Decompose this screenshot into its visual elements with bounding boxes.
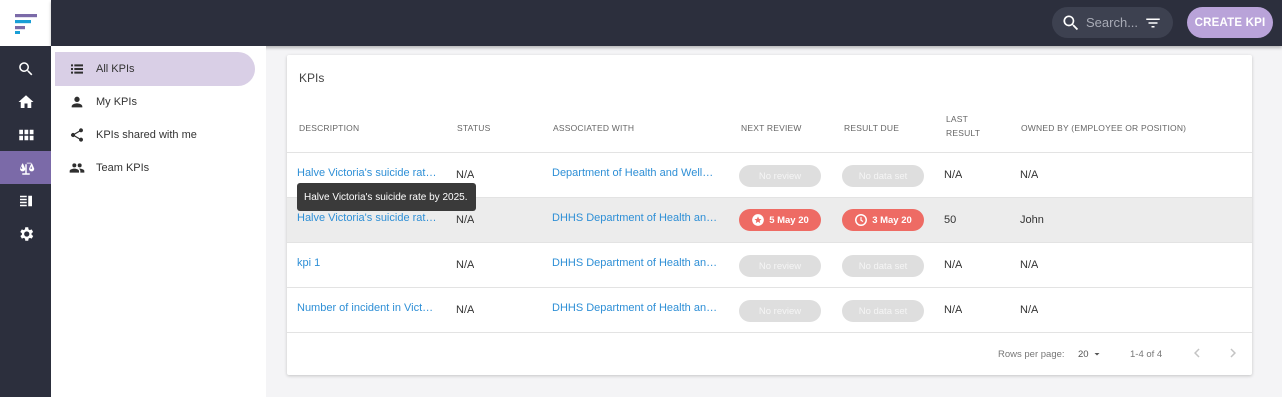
search-icon (18, 61, 32, 75)
rows-per-page-label: Rows per page: (998, 349, 1065, 360)
kpi-description-link[interactable]: Halve Victoria's suicide rate by 2025. (297, 167, 437, 179)
search-icon (1063, 15, 1079, 31)
search-input[interactable]: Search... (1086, 15, 1138, 30)
kpi-sidebar: All KPIs My KPIs KPIs shared with me Tea… (51, 46, 266, 397)
table-row[interactable]: Number of incident in Victoria N/A DHHS … (287, 288, 1252, 333)
last-result-cell: N/A (944, 259, 963, 271)
filter-icon[interactable] (1144, 14, 1162, 32)
rows-per-page-select[interactable]: 20 (1078, 348, 1103, 360)
next-review-date: 5 May 20 (769, 214, 809, 226)
search-box[interactable]: Search... (1052, 7, 1173, 38)
owned-by-cell: N/A (1020, 259, 1039, 271)
next-review-badge: 5 May 20 (739, 209, 821, 231)
rows-per-page-value: 20 (1078, 348, 1089, 360)
sidebar-item-my-kpis[interactable]: My KPIs (55, 85, 255, 119)
chevron-right-icon[interactable] (1224, 344, 1242, 362)
result-due-badge: No data set (842, 165, 924, 187)
people-icon (69, 160, 85, 176)
gear-icon (19, 226, 33, 241)
column-header-next-review[interactable]: NEXT REVIEW (741, 121, 802, 135)
next-review-badge: No review (739, 300, 821, 322)
description-tooltip: Halve Victoria's suicide rate by 2025. (297, 183, 476, 211)
chevron-left-icon[interactable] (1188, 344, 1206, 362)
rail-kpis[interactable] (0, 151, 51, 184)
status-cell: N/A (456, 304, 475, 316)
column-header-owned-by[interactable]: OWNED BY (EMPLOYEE OR POSITION) (1021, 121, 1186, 135)
column-header-associated[interactable]: ASSOCIATED WITH (553, 121, 634, 135)
sidebar-item-label: All KPIs (96, 63, 135, 75)
result-due-badge: No data set (842, 255, 924, 277)
kpi-description-link[interactable]: kpi 1 (297, 257, 437, 269)
column-header-last-result-line2: RESULT (946, 128, 981, 138)
person-icon (69, 94, 85, 110)
owned-by-cell: John (1020, 214, 1044, 226)
top-bar: Search... CREATE KPI (51, 0, 1282, 46)
kpi-description-link[interactable]: Number of incident in Victoria (297, 302, 437, 314)
sidebar-item-label: KPIs shared with me (96, 129, 197, 141)
rail-apps[interactable] (0, 118, 51, 151)
apps-grid-icon (18, 129, 33, 140)
sidebar-item-all-kpis[interactable]: All KPIs (55, 52, 255, 86)
status-cell: N/A (456, 214, 475, 226)
table-row[interactable]: kpi 1 N/A DHHS Department of Health and … (287, 243, 1252, 288)
column-header-description[interactable]: DESCRIPTION (299, 121, 359, 135)
column-header-last-result-line1: LAST (946, 114, 969, 124)
kpi-table-card: KPIs DESCRIPTION STATUS ASSOCIATED WITH … (287, 55, 1252, 375)
result-due-badge: No data set (842, 300, 924, 322)
book-icon (19, 195, 32, 206)
owned-by-cell: N/A (1020, 169, 1039, 181)
associated-link[interactable]: DHHS Department of Health and Human Serv… (552, 257, 719, 269)
associated-link[interactable]: DHHS Department of Health and Human Serv… (552, 212, 719, 224)
sidebar-item-label: My KPIs (96, 96, 137, 108)
app-logo[interactable] (0, 0, 51, 46)
next-review-badge: No review (739, 165, 821, 187)
clock-icon (855, 214, 868, 226)
rail-search[interactable] (0, 52, 51, 85)
icon-rail (0, 0, 51, 397)
sidebar-item-label: Team KPIs (96, 162, 150, 174)
result-due-date: 3 May 20 (872, 214, 912, 226)
home-icon (18, 94, 33, 108)
share-icon (69, 127, 85, 143)
table-header: DESCRIPTION STATUS ASSOCIATED WITH NEXT … (287, 103, 1252, 153)
create-kpi-button[interactable]: CREATE KPI (1187, 7, 1273, 38)
column-header-status[interactable]: STATUS (457, 121, 490, 135)
associated-link[interactable]: DHHS Department of Health and Human Serv… (552, 302, 719, 314)
rail-settings[interactable] (0, 217, 51, 250)
next-review-badge: No review (739, 255, 821, 277)
kpi-description-link[interactable]: Halve Victoria's suicide rate by 2025. (297, 212, 437, 224)
logo-icon (14, 14, 37, 34)
result-due-badge: 3 May 20 (842, 209, 924, 231)
column-header-last-result[interactable]: LAST RESULT (946, 112, 980, 140)
last-result-cell: 50 (944, 214, 957, 226)
card-title: KPIs (299, 71, 325, 85)
last-result-cell: N/A (944, 304, 963, 316)
rail-home[interactable] (0, 85, 51, 118)
list-icon (69, 61, 85, 77)
pagination-range: 1-4 of 4 (1130, 349, 1163, 360)
column-header-result-due[interactable]: RESULT DUE (844, 121, 899, 135)
status-cell: N/A (456, 259, 475, 271)
scale-icon (19, 161, 34, 175)
status-cell: N/A (456, 169, 475, 181)
review-star-icon (752, 214, 765, 226)
pagination-footer: Rows per page: 20 1-4 of 4 (287, 332, 1252, 375)
associated-link[interactable]: Department of Health and Wellbeing (552, 167, 719, 179)
owned-by-cell: N/A (1020, 304, 1039, 316)
last-result-cell: N/A (944, 169, 963, 181)
rail-library[interactable] (0, 184, 51, 217)
chevron-down-icon (1094, 353, 1100, 356)
sidebar-item-team[interactable]: Team KPIs (55, 151, 255, 185)
sidebar-item-shared[interactable]: KPIs shared with me (55, 118, 255, 152)
